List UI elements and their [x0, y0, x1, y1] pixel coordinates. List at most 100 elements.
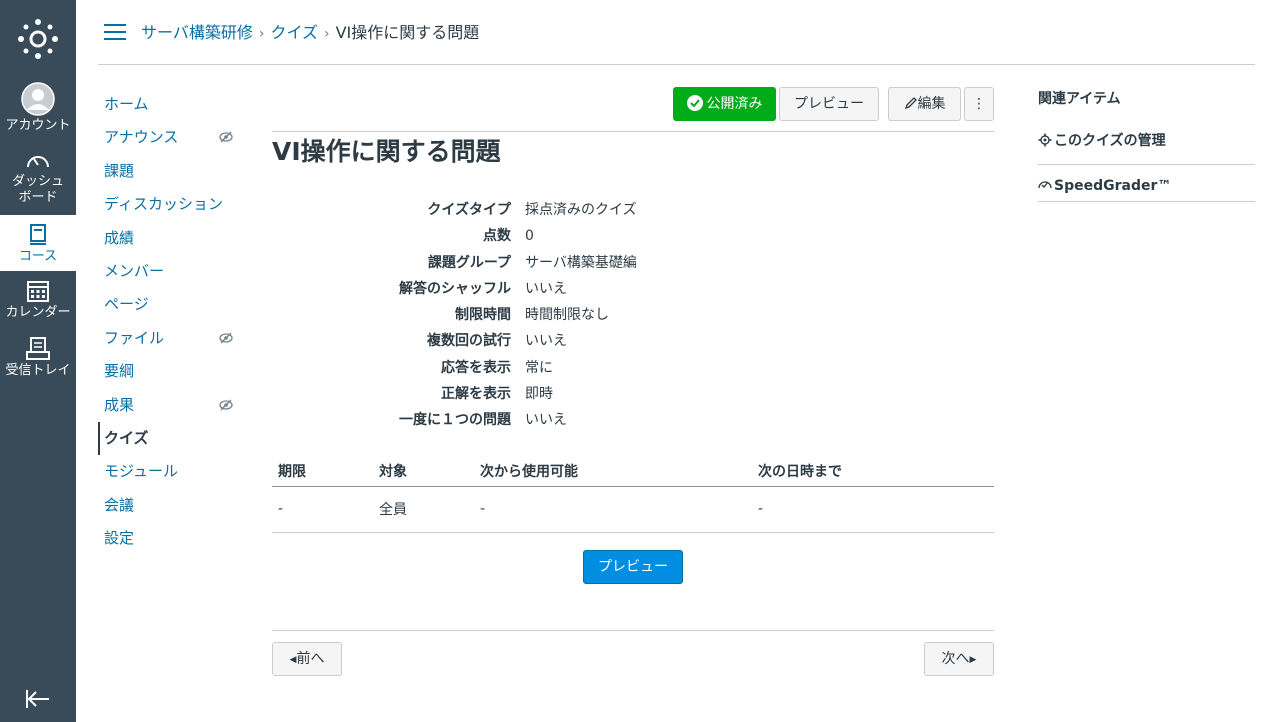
global-nav-account-label: アカウント	[5, 118, 71, 133]
page-title: VI操作に関する問題	[272, 137, 501, 166]
table-header: 次から使用可能	[474, 456, 752, 487]
global-nav-inbox-label: 受信トレイ	[5, 363, 71, 378]
page-header: サーバ構築研修 › クイズ › VI操作に関する問題	[98, 0, 1255, 65]
detail-label: 一度に１つの問題	[399, 412, 511, 429]
course-nav-label: アナウンス	[104, 128, 179, 147]
detail-row: クイズタイプ 採点済みのクイズ	[272, 197, 994, 223]
detail-label: 解答のシャッフル	[399, 280, 511, 297]
preview-button[interactable]: プレビュー	[779, 87, 879, 121]
detail-value: 常に	[525, 359, 553, 376]
course-nav-pages[interactable]: ページ	[98, 288, 248, 321]
pencil-icon	[904, 97, 917, 110]
quiz-content: 公開済み プレビュー 編集 ⋮ VI操作に関する問題 クイズタイプ 採点済みのクイ…	[272, 84, 994, 676]
course-nav-label: モジュール	[104, 462, 178, 481]
global-nav-dashboard-label-2: ボード	[18, 190, 58, 205]
breadcrumb-course[interactable]: サーバ構築研修	[141, 23, 253, 42]
global-nav-courses-label: コース	[18, 249, 58, 264]
table-cell: -	[752, 486, 994, 533]
course-nav-announcements[interactable]: アナウンス	[98, 121, 248, 154]
detail-label: 正解を表示	[441, 386, 511, 403]
course-nav-assignments[interactable]: 課題	[98, 155, 248, 188]
global-nav-courses[interactable]: コース	[0, 215, 76, 271]
edit-button[interactable]: 編集	[888, 87, 961, 121]
related-items-sidebar: 関連アイテム このクイズの管理 SpeedGrader™	[1038, 88, 1255, 202]
detail-label: クイズタイプ	[427, 202, 511, 218]
global-nav-account[interactable]: アカウント	[0, 82, 76, 138]
course-nav-modules[interactable]: モジュール	[98, 455, 248, 488]
course-nav-outcomes[interactable]: 成果	[98, 389, 248, 422]
collapse-nav-icon[interactable]	[24, 688, 52, 710]
courses-icon	[30, 224, 46, 245]
check-circle-icon	[686, 95, 703, 111]
calendar-icon	[27, 281, 49, 302]
related-items-heading: 関連アイテム	[1038, 91, 1121, 107]
course-nav-label: 要綱	[104, 362, 135, 381]
global-nav-inbox[interactable]: 受信トレイ	[0, 337, 76, 385]
speedgrader-icon	[1038, 181, 1052, 189]
breadcrumb-current: VI操作に関する問題	[335, 23, 480, 42]
manage-quiz-link[interactable]: このクイズの管理	[1038, 128, 1255, 165]
course-nav-label: クイズ	[104, 428, 149, 447]
course-nav-grades[interactable]: 成績	[98, 222, 248, 255]
detail-row: 制限時間 時間制限なし	[272, 302, 994, 328]
published-button[interactable]: 公開済み	[673, 87, 776, 121]
next-label: 次へ	[941, 651, 970, 667]
breadcrumb-quizzes[interactable]: クイズ	[270, 23, 318, 42]
quiz-details: クイズタイプ 採点済みのクイズ 点数 0 課題グループ サーバ構築基礎編 解答のシャッ…	[272, 197, 994, 434]
detail-row: 複数回の試行 いいえ	[272, 328, 994, 354]
course-nav-conferences[interactable]: 会議	[98, 489, 248, 522]
global-nav: アカウント ダッシュ ボード コース カレンダー 受信トレイ	[0, 0, 76, 722]
course-nav-home[interactable]: ホーム	[98, 88, 248, 121]
course-nav-label: 課題	[104, 161, 135, 180]
course-nav-people[interactable]: メンバー	[98, 255, 248, 288]
detail-label: 点数	[483, 228, 511, 245]
table-header: 期限	[272, 456, 373, 487]
manage-quiz-label: このクイズの管理	[1054, 133, 1166, 149]
course-nav-settings[interactable]: 設定	[98, 522, 248, 555]
caret-right-icon: ▶	[969, 655, 977, 665]
table-row: - 全員 - -	[272, 486, 994, 533]
hidden-eye-icon	[219, 399, 233, 410]
detail-row: 正解を表示 即時	[272, 381, 994, 407]
table-header: 次の日時まで	[752, 456, 994, 487]
detail-value: サーバ構築基礎編	[525, 254, 637, 271]
course-nav-label: ファイル	[104, 328, 165, 347]
speedgrader-link[interactable]: SpeedGrader™	[1038, 165, 1255, 202]
course-menu-toggle[interactable]	[104, 24, 126, 40]
breadcrumb: サーバ構築研修 › クイズ › VI操作に関する問題	[141, 21, 479, 46]
global-nav-dashboard[interactable]: ダッシュ ボード	[0, 150, 76, 212]
global-nav-calendar[interactable]: カレンダー	[0, 279, 76, 327]
course-nav-label: 成果	[104, 395, 135, 414]
detail-value: 時間制限なし	[525, 307, 609, 324]
footer-divider	[272, 630, 994, 631]
detail-value: いいえ	[525, 412, 567, 429]
more-options-button[interactable]: ⋮	[964, 87, 994, 121]
table-cell: -	[474, 486, 752, 533]
detail-row: 解答のシャッフル いいえ	[272, 276, 994, 302]
table-header-row: 期限 対象 次から使用可能 次の日時まで	[272, 456, 994, 487]
course-nav-label: ディスカッション	[104, 195, 223, 214]
previous-label: 前へ	[296, 651, 325, 667]
next-button[interactable]: 次へ▶	[924, 642, 994, 676]
detail-label: 制限時間	[455, 307, 511, 324]
detail-row: 一度に１つの問題 いいえ	[272, 407, 994, 433]
course-nav-discussions[interactable]: ディスカッション	[98, 188, 248, 221]
speedgrader-label: SpeedGrader™	[1054, 178, 1172, 194]
course-nav-files[interactable]: ファイル	[98, 322, 248, 355]
detail-label: 課題グループ	[427, 254, 511, 271]
course-nav-label: ホーム	[104, 95, 149, 113]
detail-label: 応答を表示	[441, 359, 511, 376]
canvas-logo-icon[interactable]	[17, 18, 59, 60]
table-cell: 全員	[373, 486, 474, 533]
previous-button[interactable]: ◀前へ	[272, 642, 342, 676]
edit-label: 編集	[917, 96, 946, 112]
gear-icon	[1038, 133, 1052, 147]
detail-label: 複数回の試行	[427, 333, 511, 350]
detail-row: 点数 0	[272, 223, 994, 249]
course-nav-label: 設定	[104, 529, 135, 548]
breadcrumb-separator-icon: ›	[258, 26, 265, 42]
table-cell: -	[272, 486, 373, 533]
course-nav-quizzes[interactable]: クイズ	[98, 421, 248, 456]
preview-quiz-button[interactable]: プレビュー	[583, 550, 683, 584]
course-nav-syllabus[interactable]: 要綱	[98, 355, 248, 388]
